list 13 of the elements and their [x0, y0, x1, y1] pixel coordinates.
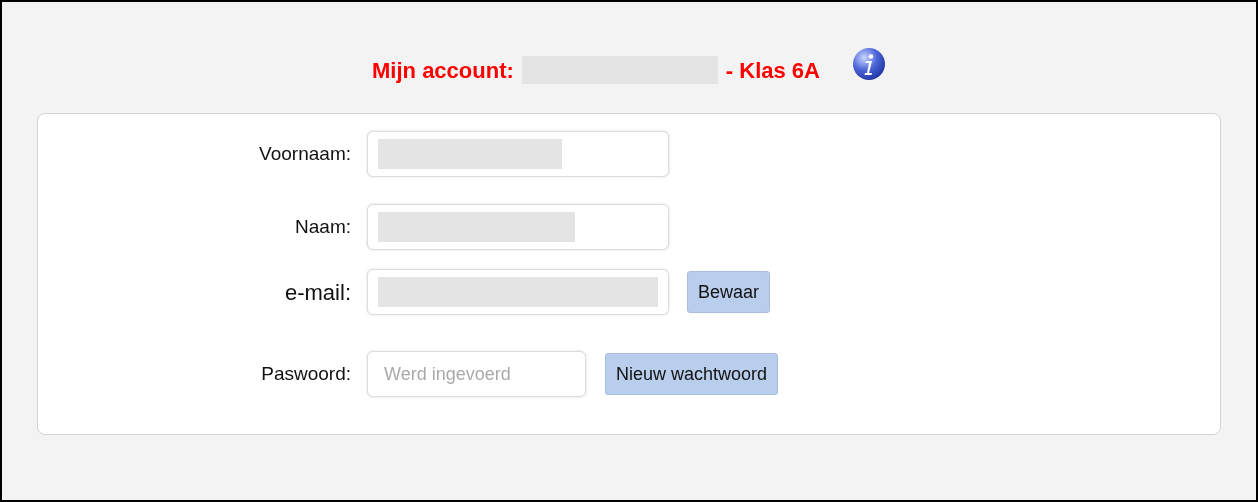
input-field[interactable]: [367, 131, 669, 177]
input-field[interactable]: [367, 269, 669, 315]
field-label: Naam:: [294, 214, 351, 239]
field-label: Voornaam:: [258, 141, 351, 166]
save-button[interactable]: Bewaar: [687, 271, 771, 313]
info-icon[interactable]: [851, 47, 886, 81]
account-title: Mijn account:: [372, 56, 514, 85]
password-field[interactable]: Werd ingevoerd: [367, 351, 586, 397]
save-button[interactable]: Nieuw wachtwoord: [605, 353, 779, 395]
field-label: Paswoord:: [260, 361, 351, 386]
input-field[interactable]: [367, 204, 669, 250]
class-name: - Klas 6A: [725, 56, 820, 85]
field-label: e-mail:: [284, 278, 351, 307]
